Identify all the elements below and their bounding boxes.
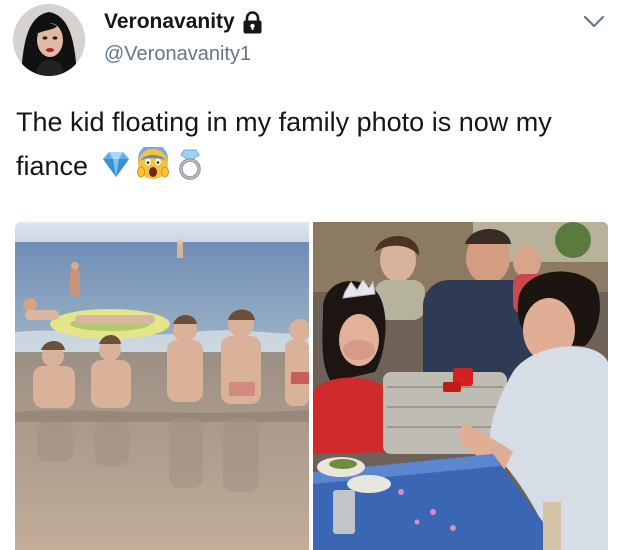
lock-icon (242, 10, 263, 34)
media-grid (15, 222, 608, 550)
tweet-header: Veronavanity @Veronavanity1 (0, 0, 624, 80)
display-name-row: Veronavanity (104, 10, 263, 34)
display-name[interactable]: Veronavanity (104, 10, 235, 34)
tweet-text: The kid floating in my family photo is n… (16, 100, 606, 188)
gem-icon (99, 147, 133, 181)
avatar[interactable] (13, 4, 85, 76)
tweet-body: The kid floating in my family photo is n… (16, 107, 552, 181)
chevron-down-icon[interactable] (580, 8, 608, 36)
user-handle[interactable]: @Veronavanity1 (104, 43, 251, 66)
proposal-photo[interactable] (313, 222, 608, 550)
ring-icon (173, 147, 207, 181)
screaming-face-icon (136, 147, 170, 181)
beach-family-photo[interactable] (15, 222, 309, 550)
